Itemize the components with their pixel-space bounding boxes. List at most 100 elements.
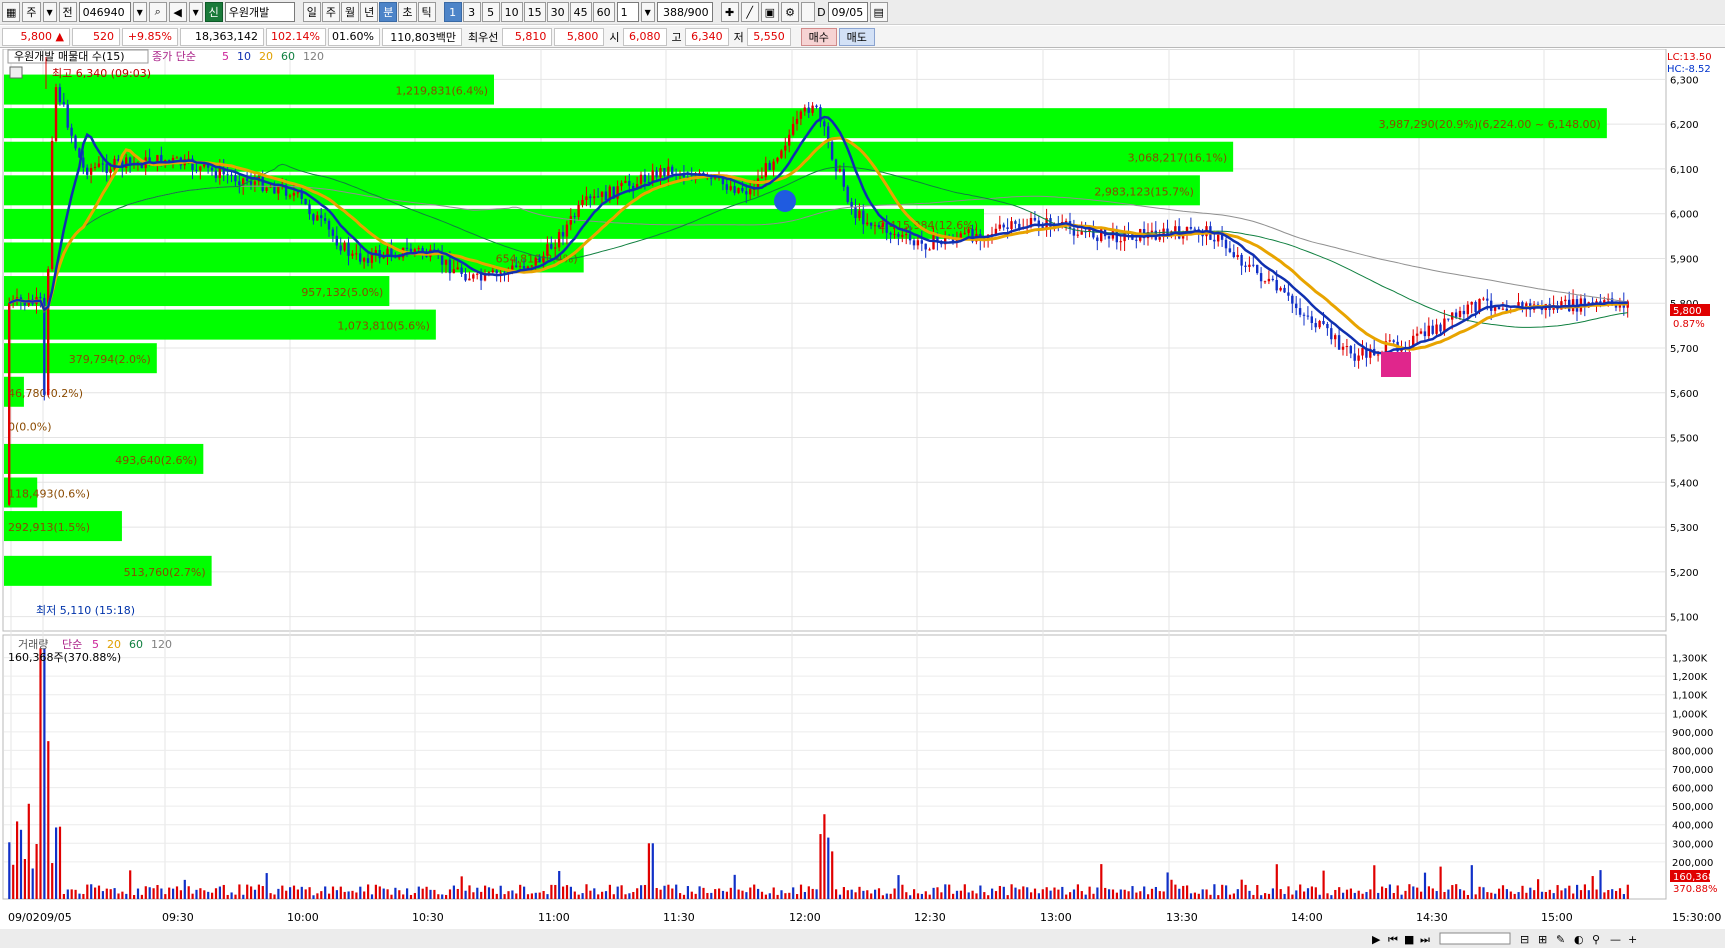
footer-tool-icon[interactable]: ⊟ xyxy=(1520,933,1529,946)
chart-area[interactable]: 513,760(2.7%) 292,913(1.5%) 118,493(0.6%) 4… xyxy=(0,48,1725,948)
layout-icon[interactable]: ▦ xyxy=(2,2,21,22)
tab-interval-4[interactable]: 15 xyxy=(523,2,546,22)
candle-body xyxy=(518,266,522,268)
tab-period-5[interactable]: 초 xyxy=(398,2,417,22)
price-volume-chart[interactable]: 513,760(2.7%) 292,913(1.5%) 118,493(0.6%) 4… xyxy=(0,48,1725,948)
candle-body xyxy=(1279,287,1282,291)
gear-icon[interactable]: ⚙ xyxy=(781,2,800,22)
tab-interval-5[interactable]: 30 xyxy=(546,2,569,22)
volume-bar xyxy=(877,888,881,899)
volume-bar xyxy=(445,894,448,899)
tab-interval-1[interactable]: 3 xyxy=(462,2,481,22)
sound-dropdown-icon[interactable]: ▼ xyxy=(188,2,203,22)
footer-tool-icon[interactable]: — xyxy=(1610,933,1621,946)
volume-bar xyxy=(1373,865,1376,899)
candle-body xyxy=(405,247,409,249)
panel-menu-icon[interactable] xyxy=(9,66,23,79)
tab-interval-7[interactable]: 60 xyxy=(592,2,615,22)
date-input[interactable]: 09/05 xyxy=(827,2,868,22)
sell-button[interactable]: 매도 xyxy=(838,27,875,46)
tab-interval-2[interactable]: 5 xyxy=(481,2,500,22)
stock-code-input[interactable]: 046940 xyxy=(78,2,131,22)
volume-bar xyxy=(729,887,732,899)
candle-body xyxy=(889,232,892,235)
stock-name-field[interactable]: 우원개발 xyxy=(224,2,295,22)
volume-bar xyxy=(238,884,241,899)
tab-period-0[interactable]: 일 xyxy=(302,2,321,22)
footer-tool-icon[interactable]: ⚲ xyxy=(1592,933,1600,946)
volume-bar xyxy=(413,893,416,899)
volume-bar xyxy=(1271,888,1274,899)
volume-bar xyxy=(671,888,674,899)
volume-bar xyxy=(1057,889,1060,899)
crosshair-icon[interactable]: ✚ xyxy=(720,2,739,22)
candle-body xyxy=(530,265,533,267)
candle-body xyxy=(589,196,592,199)
candle-body xyxy=(292,192,296,196)
sound-icon[interactable]: ◀ xyxy=(168,2,187,22)
candle-body xyxy=(62,102,65,105)
candle-body xyxy=(1388,340,1391,342)
date-checkbox[interactable] xyxy=(801,2,816,22)
tab-interval-3[interactable]: 10 xyxy=(500,2,523,22)
volume-bar xyxy=(1420,891,1423,899)
tab-interval-0[interactable]: 1 xyxy=(443,2,462,22)
volume-bar xyxy=(211,892,214,899)
volume-bar xyxy=(901,884,904,899)
volume-bar xyxy=(585,884,588,899)
volume-bar xyxy=(1076,884,1079,899)
footer-tool-icon[interactable]: + xyxy=(1628,933,1637,946)
interval-tabs: 1 3 5 10 15 30 45 60 xyxy=(443,2,615,22)
play-icon[interactable]: ▶ xyxy=(1372,933,1381,946)
volume-bar xyxy=(1065,894,1068,899)
volume-bar xyxy=(702,887,705,899)
tab-period-3[interactable]: 년 xyxy=(360,2,379,22)
market-dropdown-icon[interactable]: ▼ xyxy=(42,2,57,22)
trendline-icon[interactable]: ╱ xyxy=(740,2,759,22)
calendar-icon[interactable]: ▤ xyxy=(869,2,888,22)
volume-bar xyxy=(273,894,276,899)
up-arrow-icon: ▲ xyxy=(55,30,64,43)
footer-tool-icon[interactable]: ⊞ xyxy=(1538,933,1547,946)
tab-period-1[interactable]: 주 xyxy=(321,2,341,22)
candle-body xyxy=(1174,226,1177,232)
volume-bar xyxy=(1182,885,1185,899)
tab-period-4[interactable]: 분 xyxy=(379,2,398,22)
footer-tool-icon[interactable]: ✎ xyxy=(1556,933,1565,946)
stop-icon[interactable]: ■ xyxy=(1404,933,1414,946)
volume-bar xyxy=(1283,893,1286,899)
code-dropdown-icon[interactable]: ▼ xyxy=(132,2,147,22)
candle-body xyxy=(729,186,732,190)
volume-bar xyxy=(27,803,30,899)
data-count-field[interactable]: 388/900 xyxy=(656,2,713,22)
footer-tool-icon[interactable]: ◐ xyxy=(1574,933,1584,946)
buy-button[interactable]: 매수 xyxy=(800,27,837,46)
volume-bar xyxy=(955,890,959,899)
candle-body xyxy=(86,167,89,175)
candle-body xyxy=(1357,355,1360,361)
candle-body xyxy=(585,196,588,200)
tab-period-2[interactable]: 월 xyxy=(341,2,360,22)
volume-current-tag-text: 160,368 xyxy=(1673,872,1714,883)
interval-dropdown-icon[interactable]: ▼ xyxy=(640,2,655,22)
interval-input[interactable]: 1 xyxy=(616,2,639,22)
search-icon[interactable]: ⌕ xyxy=(148,2,167,22)
tab-interval-6[interactable]: 45 xyxy=(569,2,592,22)
volume-bar xyxy=(277,888,280,899)
volume-bar xyxy=(1381,886,1384,899)
last-icon[interactable]: ⏭ xyxy=(1420,933,1430,946)
volume-bar xyxy=(519,884,522,899)
volume-bar xyxy=(1564,888,1567,899)
volume-bar xyxy=(222,884,225,899)
period-type-button[interactable]: 전 xyxy=(58,2,77,22)
market-select[interactable]: 주 xyxy=(22,2,41,22)
volume-bar xyxy=(191,893,194,899)
candle-body xyxy=(1244,265,1247,267)
candle-body xyxy=(331,229,335,236)
save-icon[interactable]: ▣ xyxy=(760,2,780,22)
candle-body xyxy=(1302,314,1306,316)
tab-period-6[interactable]: 틱 xyxy=(417,2,436,22)
candle-body xyxy=(1318,320,1321,328)
candle-body xyxy=(199,166,202,171)
first-icon[interactable]: ⏮ xyxy=(1388,933,1398,946)
